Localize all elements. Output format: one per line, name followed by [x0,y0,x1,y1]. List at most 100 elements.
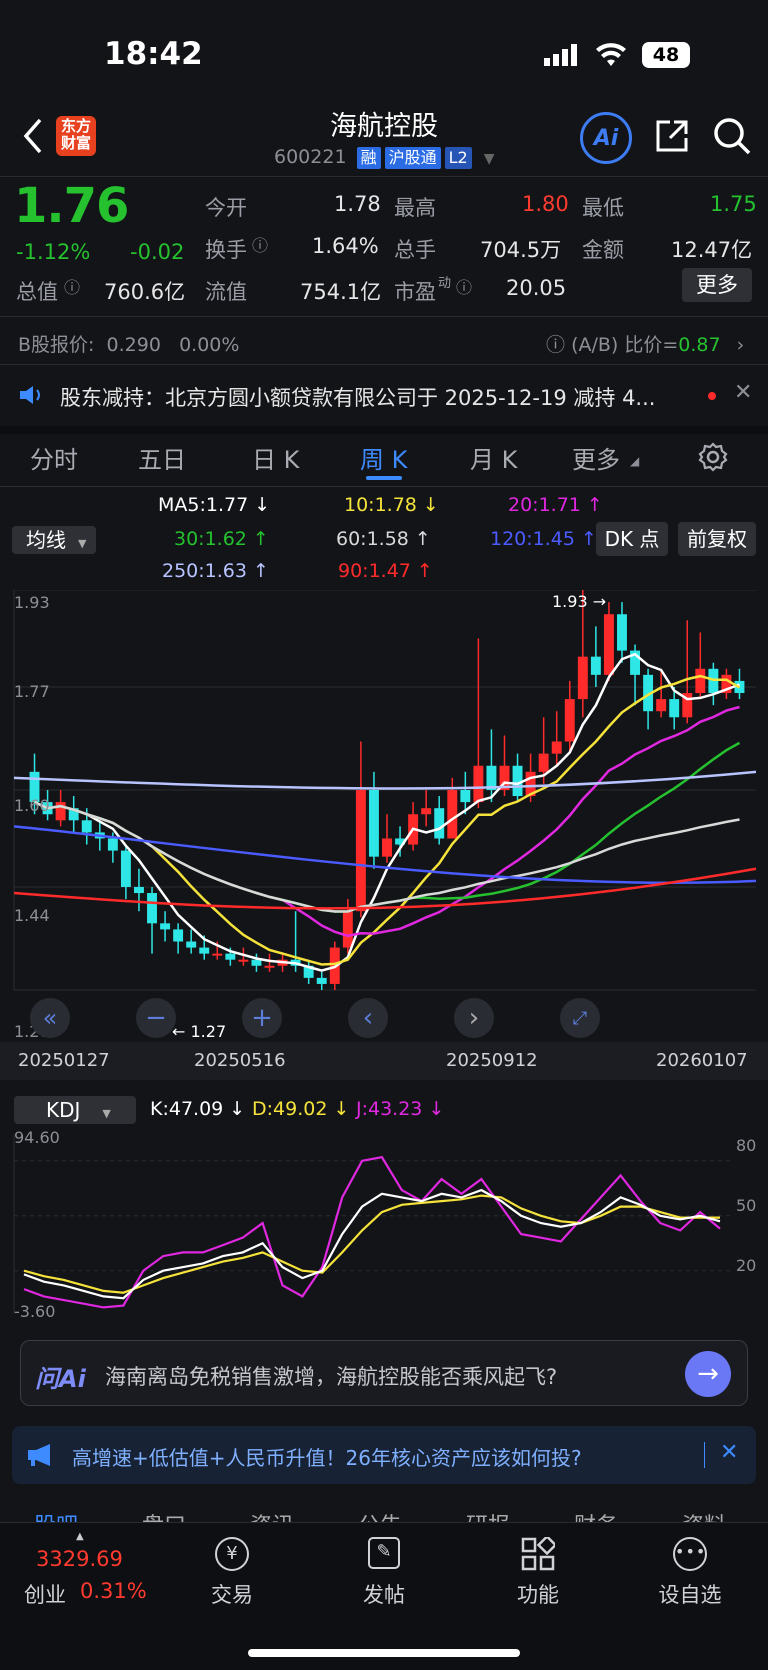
y-tick-2: 1.77 [14,682,50,701]
candle-body [590,656,601,675]
kdj-j-label: J:43.23 ↓ [356,1098,445,1120]
kdj-k-label: K:47.09 ↓ [150,1098,246,1120]
divider [0,316,768,317]
settings-icon[interactable] [698,442,728,476]
stock-code: 600221 [274,146,347,168]
candle-body [251,959,262,966]
candle-body [434,808,445,839]
caret-down-icon: ▼ [78,537,87,550]
promo-text: 高增速+低估值+人民币升值！26年核心资产应该如何投? [72,1446,582,1470]
candle-body [473,765,484,803]
nav-post[interactable]: ✎ 发帖 [334,1523,434,1609]
ab-ratio-row[interactable]: ⓘ (A/B) 比价=0.87 › [546,330,744,357]
candle-body [199,947,210,954]
tab-five-day[interactable]: 五日 [138,440,186,475]
turnover-label: 换手 [205,238,247,262]
info-icon[interactable]: ⓘ [64,274,80,298]
signal-icon [544,44,580,70]
divider [0,364,768,365]
ma-select[interactable]: 均线 ▼ [12,526,96,554]
announcement-text[interactable]: 股东减持：北京方圆小额贷款有限公司于 2025-12-19 减持 4... [60,382,680,412]
candle-body [238,959,249,962]
change-pct: -1.12% [16,240,91,264]
candle-body [512,765,523,797]
ma250-line [13,770,757,790]
fullscreen-icon[interactable]: ⤢ [560,998,600,1038]
index-name[interactable]: 创业 [24,1579,66,1609]
zoom-out-button[interactable]: − [136,998,176,1038]
next-button[interactable]: › [454,998,494,1038]
close-icon[interactable]: ✕ [720,1440,738,1465]
nav-add-watch-label: 设自选 [658,1583,722,1607]
tab-monthly-k[interactable]: 月 K [470,440,517,475]
tab-weekly-k[interactable]: 周 K [360,440,407,475]
caret-icon: ◢ [630,454,640,468]
total-cap-value: 760.6亿 [104,280,186,304]
max-price-label: 1.93 → [552,592,607,611]
info-icon[interactable]: ⓘ [252,232,268,256]
tab-intraday[interactable]: 分时 [30,440,78,475]
tab-daily-k[interactable]: 日 K [252,440,299,475]
send-arrow-icon[interactable]: → [685,1351,731,1397]
x-axis-bar [0,1042,768,1080]
grid-icon [521,1534,558,1571]
stock-code-row[interactable]: 600221 融沪股通 L2 ▼ [274,146,495,169]
candle-body [147,893,157,924]
kdj-y-bottom: -3.60 [14,1302,56,1321]
candle-body [160,923,171,930]
ai-question-bar[interactable]: 问Ai 海南离岛免税销售激增，海航控股能否乘风起飞? → [20,1340,748,1406]
nav-trade[interactable]: ¥ 交易 [182,1523,282,1609]
dk-point-button[interactable]: DK 点 [596,522,668,556]
kdj-series-line [23,1188,721,1300]
nav-add-watch[interactable]: ••• 设自选 [640,1523,740,1609]
candle-body [212,953,223,956]
ma5-legend: MA5:1.77 ↓ [158,494,271,516]
candle-body [107,838,118,851]
nav-trade-label: 交易 [211,1583,253,1607]
indicator-select[interactable]: KDJ ▼ [14,1096,136,1124]
ab-ratio-value: 0.87 [678,334,721,356]
search-icon[interactable] [712,116,752,160]
adjust-button[interactable]: 前复权 [678,522,756,556]
nav-function[interactable]: 功能 [488,1523,588,1609]
high-value: 1.80 [522,192,569,216]
low-value: 1.75 [710,192,757,216]
pe-label: 市盈 [394,280,436,304]
caret-down-icon: ▼ [102,1107,111,1120]
candle-body [81,820,92,833]
share-icon[interactable] [654,118,690,158]
ma10-legend: 10:1.78 ↓ [344,494,439,516]
min-price-label: ← 1.27 [172,1022,227,1041]
pe-sup: 动 [438,276,452,291]
candle-body [538,753,549,772]
y-tick-4: 1.44 [14,906,50,925]
kdj-chart[interactable] [0,1128,768,1320]
ai-logo: 问Ai [35,1365,86,1393]
info-icon[interactable]: ⓘ [456,274,472,298]
candle-body [695,668,706,694]
change-abs: -0.02 [130,240,185,264]
tab-more[interactable]: 更多 [572,440,620,475]
bottom-nav: ▲ 3329.69 创业 0.31% ¥ 交易 ✎ 发帖 功能 ••• 设自选 [0,1522,768,1670]
kdj-level-20: 20 [736,1256,757,1275]
ma30-legend: 30:1.62 ↑ [174,528,269,550]
candle-body [564,699,575,742]
help-icon: ⓘ [546,334,566,356]
more-button[interactable]: 更多 [682,268,752,302]
candle-body [382,838,392,857]
promo-banner[interactable]: 高增速+低估值+人民币升值！26年核心资产应该如何投? ✕ [12,1426,756,1484]
high-label: 最高 [394,196,436,220]
close-icon[interactable]: ✕ [734,380,752,405]
divider [0,176,768,177]
zoom-in-button[interactable]: + [242,998,282,1038]
ma60-legend: 60:1.58 ↑ [336,528,431,550]
open-label: 今开 [205,196,247,220]
ai-button[interactable]: Ai [580,112,632,164]
min-price-value: 1.27 [190,1022,227,1041]
index-value[interactable]: 3329.69 [36,1547,123,1571]
jump-start-button[interactable]: « [30,998,70,1038]
divider [0,486,768,487]
prev-button[interactable]: ‹ [348,998,388,1038]
unread-dot [708,392,716,400]
candle-body [120,850,131,887]
